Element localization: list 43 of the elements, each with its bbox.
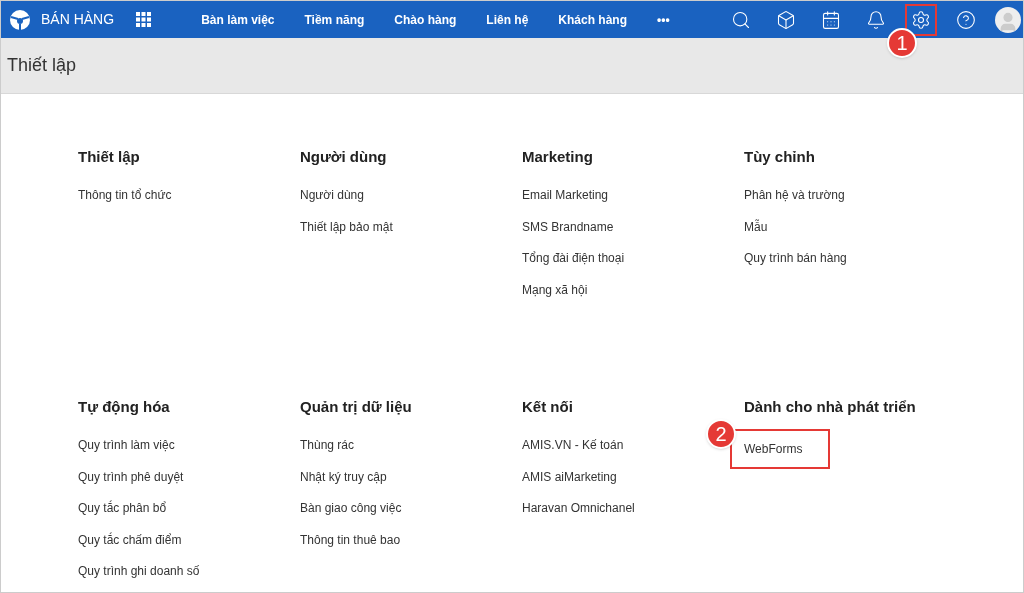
settings-link[interactable]: Quy tắc chấm điểm [78, 530, 300, 562]
nav-link[interactable]: Tiềm năng [304, 10, 365, 29]
section-heading: Marketing [522, 147, 593, 166]
settings-link[interactable]: Haravan Omnichanel [522, 499, 744, 531]
settings-link[interactable]: Thông tin thuê bao [300, 530, 522, 562]
settings-link[interactable]: Thông tin tổ chức [78, 186, 300, 218]
section-heading: Dành cho nhà phát triển [744, 397, 916, 416]
settings-link[interactable]: SMS Brandname [522, 217, 744, 249]
settings-link[interactable]: AMIS aiMarketing [522, 467, 744, 499]
nav-link[interactable]: Khách hàng [558, 10, 627, 29]
app-title: BÁN HÀNG [41, 10, 115, 29]
section-heading: Người dùng [300, 147, 387, 166]
callout-badge: 2 [706, 419, 736, 449]
section-heading: Tự động hóa [78, 397, 170, 416]
settings-link[interactable]: Mẫu [744, 217, 966, 249]
settings-link[interactable]: Email Marketing [522, 186, 744, 218]
nav-link[interactable]: Liên hệ [486, 10, 529, 29]
callout-badge: 1 [887, 27, 917, 58]
settings-link[interactable]: WebForms [730, 429, 831, 469]
nav-link[interactable]: Bàn làm việc [201, 10, 275, 29]
settings-link[interactable]: Quy trình ghi doanh số [78, 562, 300, 592]
settings-link[interactable]: Người dùng [300, 186, 522, 218]
settings-link[interactable]: Thiết lập bảo mật [300, 217, 522, 249]
logo-icon [9, 8, 31, 31]
settings-link[interactable]: Nhật ký truy cập [300, 467, 522, 499]
settings-link[interactable]: Phân hệ và trường [744, 186, 966, 218]
settings-link[interactable]: Quy tắc phân bổ [78, 499, 300, 531]
nav-link[interactable]: ••• [657, 10, 670, 29]
section-heading: Kết nối [522, 397, 573, 416]
section-heading: Tùy chỉnh [744, 147, 815, 166]
settings-link[interactable]: Bàn giao công việc [300, 499, 522, 531]
section-heading: Quản trị dữ liệu [300, 397, 412, 416]
nav-link[interactable]: Chào hàng [394, 10, 457, 29]
apps-grid-icon[interactable] [136, 12, 152, 27]
settings-link[interactable]: Quy trình làm việc [78, 436, 300, 468]
page-title: Thiết lập [7, 54, 77, 77]
settings-link[interactable]: Mạng xã hội [522, 280, 744, 312]
settings-link[interactable]: Thùng rác [300, 436, 522, 468]
section-heading: Thiết lập [78, 147, 140, 166]
settings-link[interactable]: Quy trình phê duyệt [78, 467, 300, 499]
settings-link[interactable]: Tổng đài điện thoại [522, 249, 744, 281]
settings-link[interactable]: Quy trình bán hàng [744, 249, 966, 281]
avatar[interactable] [995, 6, 1021, 33]
